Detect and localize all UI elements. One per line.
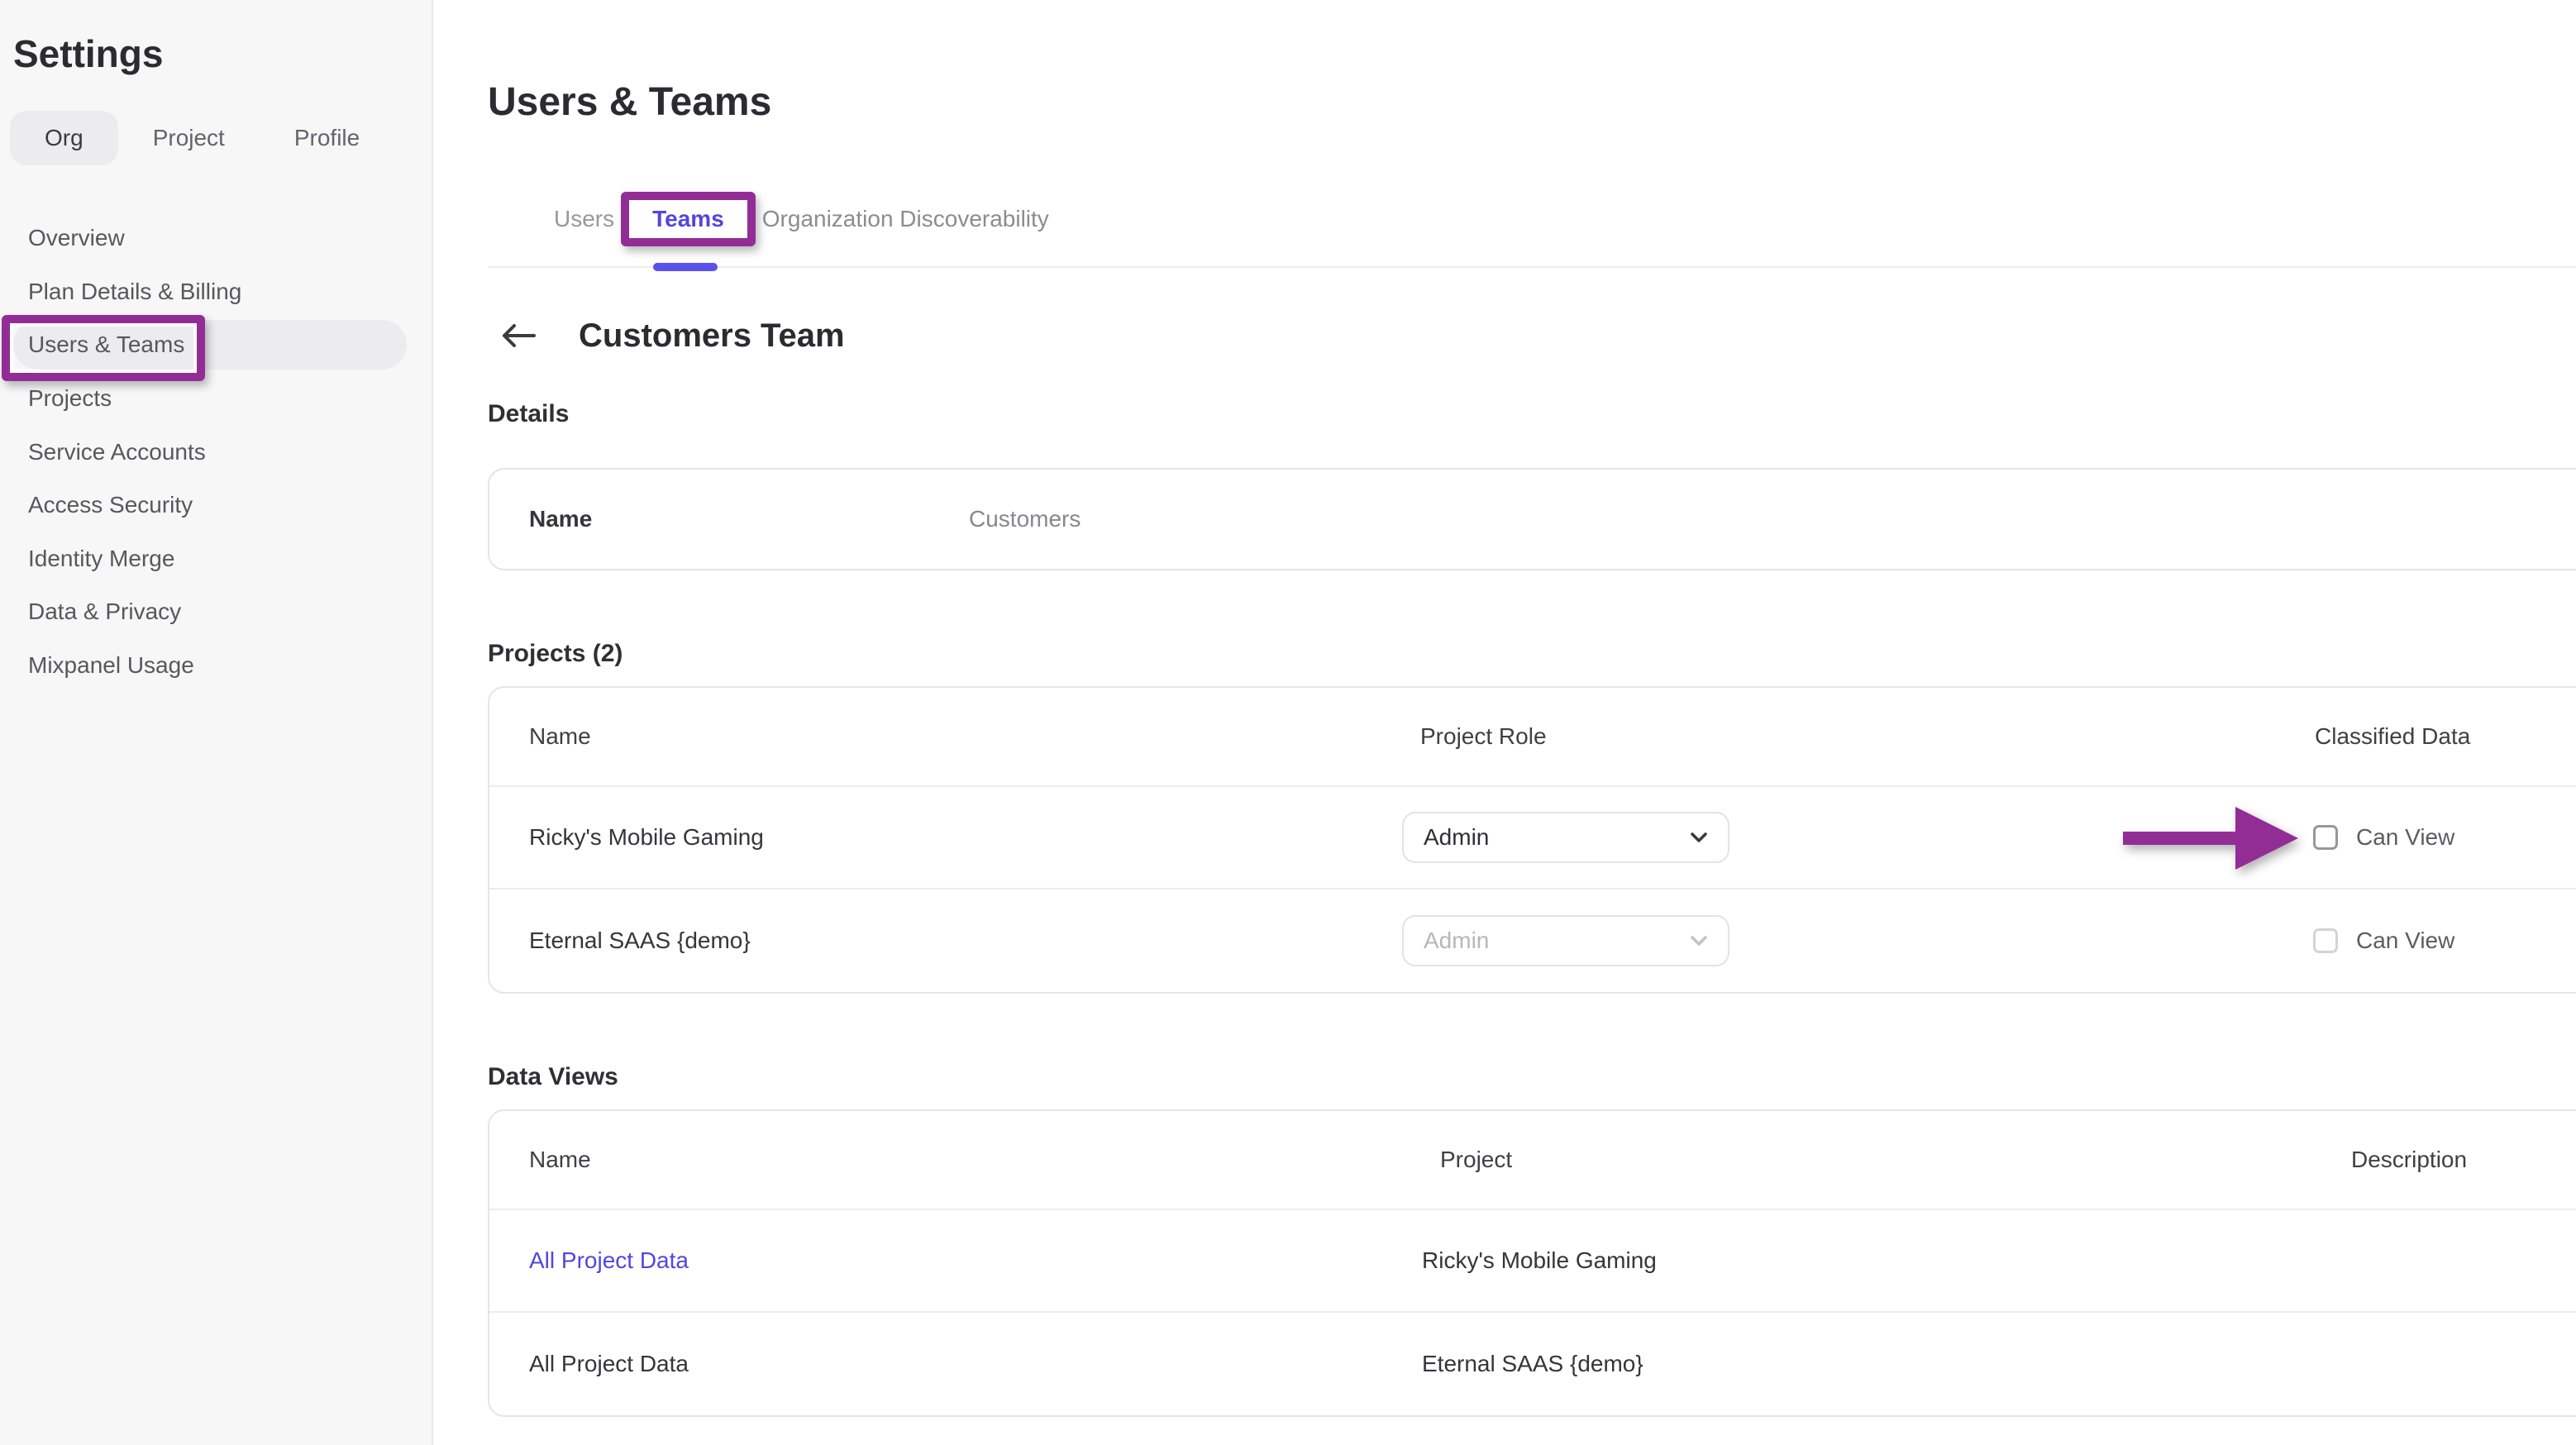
projects-table-header: Name Project Role Classified Data: [489, 688, 2576, 787]
settings-page: Settings Org Project Profile Overview Pl…: [0, 0, 2576, 1445]
project-role-value: Admin: [1424, 928, 1489, 954]
projects-col-classified-data: Classified Data: [2295, 723, 2576, 750]
chevron-down-icon: [1690, 935, 1708, 947]
sidebar-item-mixpanel-usage[interactable]: Mixpanel Usage: [0, 639, 432, 693]
page-title: Users & Teams: [488, 79, 2576, 126]
data-views-table-header: Name Project Description: [489, 1111, 2576, 1210]
team-header: Customers Team: [488, 311, 2576, 360]
data-view-name-link[interactable]: All Project Data: [529, 1247, 689, 1273]
sidebar-item-plan-details-billing[interactable]: Plan Details & Billing: [0, 265, 432, 319]
projects-col-name: Name: [529, 723, 1402, 750]
data-view-row-1: All Project Data Ricky's Mobile Gaming: [489, 1210, 2576, 1313]
arrow-left-icon: [501, 322, 536, 349]
can-view-checkbox-disabled: [2313, 928, 2338, 953]
annotation-box-teams-tab: Teams: [621, 192, 756, 246]
active-tab-underline: [653, 263, 718, 271]
data-view-project: Ricky's Mobile Gaming: [1422, 1247, 2315, 1274]
back-button[interactable]: [501, 321, 537, 351]
sidebar-tab-project[interactable]: Project: [118, 111, 260, 165]
main-tabs: Users Teams Organization Discoverability: [488, 192, 2576, 268]
sidebar-item-access-security[interactable]: Access Security: [0, 479, 432, 532]
can-view-label: Can View: [2356, 928, 2454, 954]
sidebar-tab-profile[interactable]: Profile: [260, 111, 394, 165]
projects-heading: Projects (2): [488, 640, 2576, 670]
details-row: Name Customers: [489, 470, 2576, 569]
data-views-col-description: Description: [2315, 1147, 2576, 1173]
data-view-project: Eternal SAAS {demo}: [1422, 1351, 2315, 1377]
data-views-heading: Data Views: [488, 1063, 2576, 1093]
tab-users[interactable]: Users: [554, 192, 614, 246]
data-view-name: All Project Data: [529, 1351, 1422, 1377]
sidebar-item-overview[interactable]: Overview: [0, 212, 432, 265]
project-name: Ricky's Mobile Gaming: [529, 824, 1402, 851]
project-role-dropdown[interactable]: Admin: [1402, 812, 1729, 863]
details-name-value: Customers: [969, 506, 1080, 532]
data-view-row-2: All Project Data Eternal SAAS {demo}: [489, 1313, 2576, 1415]
data-views-table: Name Project Description All Project Dat…: [488, 1109, 2576, 1417]
settings-title: Settings: [13, 31, 432, 76]
data-views-col-project: Project: [1422, 1147, 2315, 1173]
sidebar-nav: Overview Plan Details & Billing Users & …: [0, 212, 432, 692]
project-row-rickys-mobile-gaming: Ricky's Mobile Gaming Admin Can View: [489, 787, 2576, 889]
sidebar-item-users-teams[interactable]: Users & Teams: [0, 318, 432, 372]
details-name-label: Name: [529, 506, 969, 532]
sidebar: Settings Org Project Profile Overview Pl…: [0, 0, 433, 1445]
team-title: Customers Team: [579, 317, 845, 355]
details-card: Name Customers: [488, 468, 2576, 570]
projects-col-project-role: Project Role: [1402, 723, 2295, 750]
sidebar-scope-tabs: Org Project Profile: [10, 111, 432, 165]
tab-organization-discoverability[interactable]: Organization Discoverability: [762, 192, 1049, 246]
main-content: Users & Teams Users Teams Organization D…: [433, 0, 2576, 1445]
sidebar-item-projects[interactable]: Projects: [0, 372, 432, 426]
sidebar-item-identity-merge[interactable]: Identity Merge: [0, 532, 432, 586]
projects-table: Name Project Role Classified Data Ricky'…: [488, 686, 2576, 994]
tab-teams[interactable]: Teams: [652, 199, 724, 239]
sidebar-item-data-privacy[interactable]: Data & Privacy: [0, 585, 432, 639]
can-view-label: Can View: [2356, 824, 2454, 851]
project-row-eternal-saas-demo: Eternal SAAS {demo} Admin Can View: [489, 889, 2576, 992]
project-name: Eternal SAAS {demo}: [529, 928, 1402, 954]
sidebar-item-service-accounts[interactable]: Service Accounts: [0, 425, 432, 479]
details-heading: Details: [488, 400, 2576, 430]
project-role-value: Admin: [1424, 824, 1489, 851]
sidebar-tab-org[interactable]: Org: [10, 111, 118, 165]
data-views-col-name: Name: [529, 1147, 1422, 1173]
project-role-dropdown-disabled: Admin: [1402, 915, 1729, 966]
chevron-down-icon: [1690, 832, 1708, 843]
can-view-checkbox[interactable]: [2313, 825, 2338, 850]
